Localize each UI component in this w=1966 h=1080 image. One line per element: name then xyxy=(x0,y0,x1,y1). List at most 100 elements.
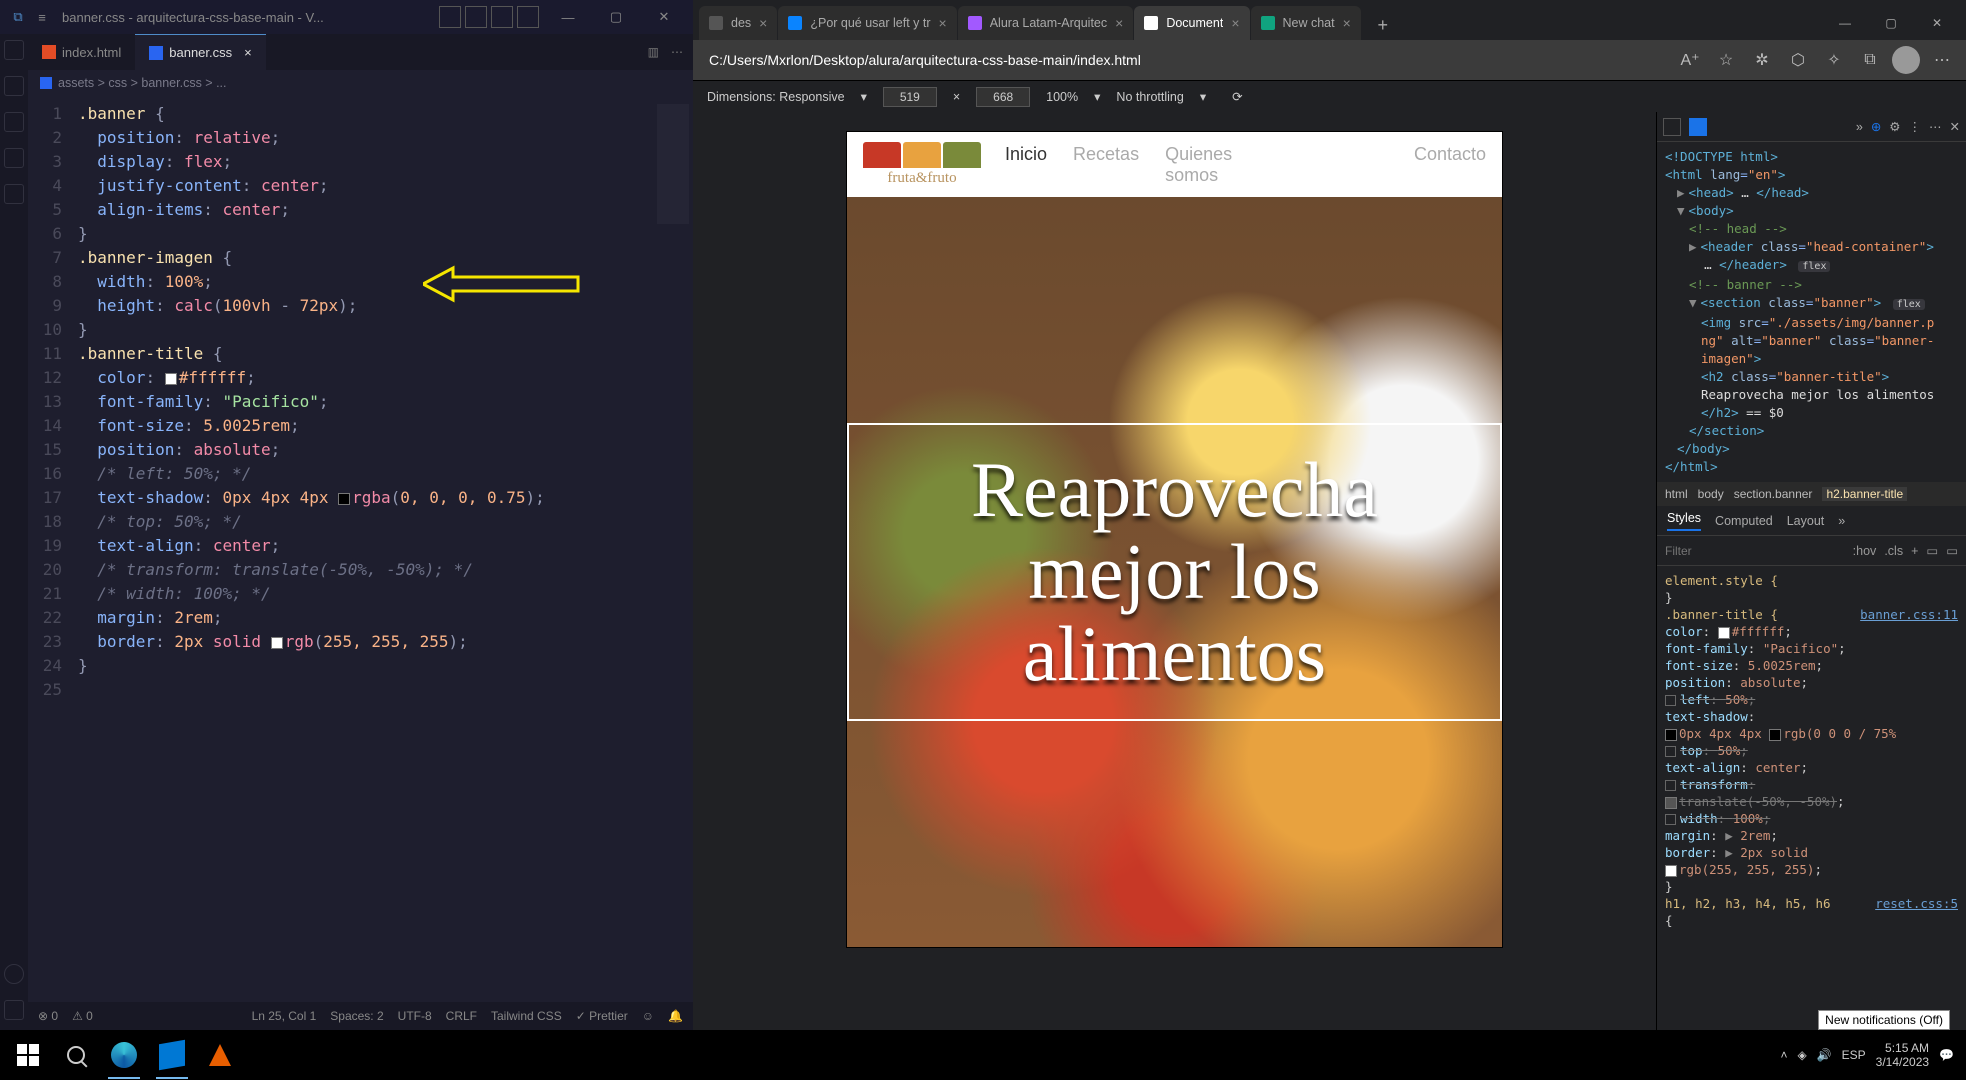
minimize-icon[interactable]: — xyxy=(1822,6,1868,40)
nav-contacto[interactable]: Contacto xyxy=(1414,144,1486,186)
debug-icon[interactable] xyxy=(4,148,24,168)
url-text[interactable]: C:/Users/Mxrlon/Desktop/alura/arquitectu… xyxy=(703,52,1668,68)
wifi-icon[interactable]: ◈ xyxy=(1797,1048,1806,1062)
code-body[interactable]: .banner { position: relative; display: f… xyxy=(72,96,693,1002)
code-editor[interactable]: 1234567891011121314151617181920212223242… xyxy=(28,96,693,1002)
tab-layout[interactable]: Layout xyxy=(1787,514,1825,528)
search-icon[interactable] xyxy=(4,76,24,96)
browser-tab[interactable]: Document × xyxy=(1134,6,1249,40)
cls-toggle[interactable]: .cls xyxy=(1884,544,1903,558)
close-icon[interactable]: ✕ xyxy=(641,2,687,32)
split-editor-icon[interactable]: ▥ xyxy=(648,45,659,59)
git-icon[interactable] xyxy=(4,112,24,132)
close-icon[interactable]: × xyxy=(1343,15,1351,31)
filter-input[interactable] xyxy=(1665,544,1845,558)
collections-icon[interactable]: ⧉ xyxy=(1856,46,1884,74)
status-spaces[interactable]: Spaces: 2 xyxy=(330,1009,383,1023)
device-icon[interactable] xyxy=(1689,118,1707,136)
chevron-down-icon[interactable]: ▾ xyxy=(1200,89,1206,104)
taskbar-clock[interactable]: 5:15 AM 3/14/2023 xyxy=(1876,1041,1929,1069)
hamburger-icon[interactable]: ≡ xyxy=(30,10,54,25)
feedback-icon[interactable]: ☺ xyxy=(642,1009,654,1023)
styles-rules[interactable]: element.style {}.banner-title {banner.cs… xyxy=(1657,566,1966,1030)
layout-icon[interactable] xyxy=(465,6,487,28)
account-icon[interactable] xyxy=(4,964,24,984)
taskbar-vlc[interactable] xyxy=(196,1031,244,1079)
status-encoding[interactable]: UTF-8 xyxy=(398,1009,432,1023)
inspect-icon[interactable] xyxy=(1663,118,1681,136)
notification-icon[interactable]: 💬 xyxy=(1939,1048,1954,1062)
nav-quienes-somos[interactable]: Quienes somos xyxy=(1165,144,1245,186)
more-tabs-icon[interactable]: » xyxy=(1856,120,1863,134)
status-lang[interactable]: Tailwind CSS xyxy=(491,1009,562,1023)
rotate-icon[interactable]: ⟳ xyxy=(1232,89,1242,104)
minimize-icon[interactable]: — xyxy=(545,2,591,32)
viewport-height-input[interactable] xyxy=(976,87,1030,107)
close-icon[interactable]: ✕ xyxy=(1914,6,1960,40)
crumb[interactable]: section.banner xyxy=(1734,487,1813,501)
browser-tab[interactable]: Alura Latam-Arquitec × xyxy=(958,6,1134,40)
breadcrumbs[interactable]: assets > css > banner.css > ... xyxy=(28,70,693,96)
layout-icon[interactable] xyxy=(439,6,461,28)
bell-icon[interactable]: 🔔 xyxy=(668,1009,683,1023)
new-tab-button[interactable]: + xyxy=(1368,10,1398,40)
more-icon[interactable]: ⋯ xyxy=(671,45,683,59)
devtools-breadcrumbs[interactable]: htmlbodysection.bannerh2.banner-title xyxy=(1657,482,1966,506)
dom-tree[interactable]: <!DOCTYPE html><html lang="en">▶<head> …… xyxy=(1657,142,1966,482)
status-errors[interactable]: ⊗ 0 xyxy=(38,1009,58,1023)
status-prettier[interactable]: ✓ Prettier xyxy=(576,1009,628,1023)
close-icon[interactable]: × xyxy=(244,45,252,60)
new-rule-icon[interactable]: + xyxy=(1911,544,1918,558)
box-icon[interactable]: ▭ xyxy=(1946,543,1958,558)
sound-icon[interactable]: 🔊 xyxy=(1817,1048,1832,1062)
close-icon[interactable]: × xyxy=(759,15,767,31)
tab-styles[interactable]: Styles xyxy=(1667,511,1701,531)
tray-language[interactable]: ESP xyxy=(1842,1048,1866,1062)
layout-icon[interactable] xyxy=(491,6,513,28)
crumb[interactable]: body xyxy=(1698,487,1724,501)
close-icon[interactable]: × xyxy=(1115,15,1123,31)
nav-inicio[interactable]: Inicio xyxy=(1005,144,1047,186)
close-icon[interactable]: ✕ xyxy=(1950,119,1960,134)
more-icon[interactable]: ⋯ xyxy=(1928,46,1956,74)
browser-tab[interactable]: des × xyxy=(699,6,777,40)
extensions-icon[interactable] xyxy=(4,184,24,204)
site-viewport[interactable]: fruta&fruto Inicio Recetas Quienes somos… xyxy=(847,132,1502,947)
tab-computed[interactable]: Computed xyxy=(1715,514,1773,528)
layout-icon[interactable] xyxy=(517,6,539,28)
explorer-icon[interactable] xyxy=(4,40,24,60)
maximize-icon[interactable]: ▢ xyxy=(593,2,639,32)
extension-icon[interactable]: ✲ xyxy=(1748,46,1776,74)
taskbar-search[interactable] xyxy=(52,1031,100,1079)
tab-banner-css[interactable]: banner.css × xyxy=(135,34,265,70)
more-icon[interactable]: ⋯ xyxy=(1929,119,1942,134)
dimensions-label[interactable]: Dimensions: Responsive xyxy=(707,90,845,104)
taskbar-edge[interactable] xyxy=(100,1031,148,1079)
hov-toggle[interactable]: :hov xyxy=(1853,544,1877,558)
crumb[interactable]: h2.banner-title xyxy=(1822,487,1907,501)
extension-icon[interactable]: ⬡ xyxy=(1784,46,1812,74)
site-logo[interactable]: fruta&fruto xyxy=(863,142,981,187)
throttling-label[interactable]: No throttling xyxy=(1116,90,1183,104)
minimap[interactable] xyxy=(653,96,693,1002)
vscode-logo-icon[interactable]: ⧉ xyxy=(6,9,30,25)
nav-recetas[interactable]: Recetas xyxy=(1073,144,1139,186)
tab-index-html[interactable]: index.html xyxy=(28,34,135,70)
chevron-down-icon[interactable]: ▾ xyxy=(1094,89,1100,104)
profile-avatar[interactable] xyxy=(1892,46,1920,74)
more-tabs-icon[interactable]: » xyxy=(1838,514,1845,528)
status-warnings[interactable]: ⚠ 0 xyxy=(72,1009,93,1023)
browser-tab[interactable]: ¿Por qué usar left y tr × xyxy=(778,6,956,40)
favorite-icon[interactable]: ☆ xyxy=(1712,46,1740,74)
viewport-width-input[interactable] xyxy=(883,87,937,107)
settings-icon[interactable] xyxy=(4,1000,24,1020)
taskbar-vscode[interactable] xyxy=(148,1031,196,1079)
close-icon[interactable]: × xyxy=(1231,15,1239,31)
tray-chevron-icon[interactable]: ˄ xyxy=(1780,1048,1787,1062)
maximize-icon[interactable]: ▢ xyxy=(1868,6,1914,40)
zoom-label[interactable]: 100% xyxy=(1046,90,1078,104)
status-ln-col[interactable]: Ln 25, Col 1 xyxy=(252,1009,317,1023)
close-icon[interactable]: × xyxy=(939,15,947,31)
collections-icon[interactable]: ✧ xyxy=(1820,46,1848,74)
chevron-down-icon[interactable]: ▾ xyxy=(861,89,867,104)
